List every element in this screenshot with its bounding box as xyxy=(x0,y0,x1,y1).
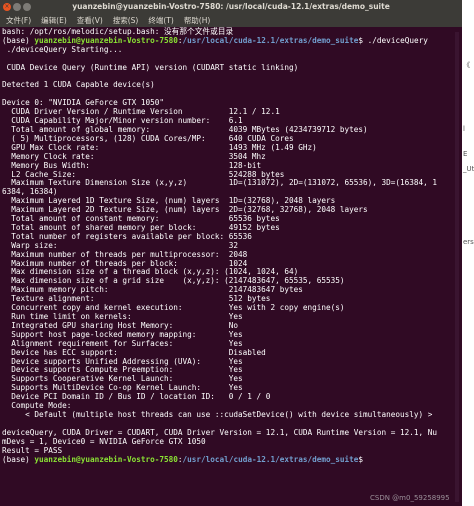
terminal-output[interactable]: bash: /opt/ros/melodic/setup.bash: 没有那个文… xyxy=(2,27,460,464)
terminal-window: × yuanzebin@yuanzebin-Vostro-7580: /usr/… xyxy=(0,0,462,506)
prompt-user-2: yuanzebin@yuanzebin-Vostro-7580 xyxy=(34,454,178,464)
title-bar[interactable]: × yuanzebin@yuanzebin-Vostro-7580: /usr/… xyxy=(0,0,462,14)
side-text-5: ers xyxy=(463,238,474,246)
query-output: ./deviceQuery Starting... CUDA Device Qu… xyxy=(2,44,438,455)
window-title: yuanzebin@yuanzebin-Vostro-7580: /usr/lo… xyxy=(72,2,390,11)
prompt-path-2: /usr/local/cuda-12.1/extras/demo_suite xyxy=(182,454,359,464)
maximize-icon[interactable] xyxy=(23,3,31,11)
menu-bar: 文件(F) 编辑(E) 查看(V) 搜索(S) 终端(T) 帮助(H) xyxy=(0,14,462,27)
side-text-4: _Ut xyxy=(463,165,474,173)
menu-help[interactable]: 帮助(H) xyxy=(184,14,211,27)
watermark: CSDN @m0_59258995 xyxy=(370,494,450,502)
side-text-2: l xyxy=(463,125,465,133)
close-icon[interactable]: × xyxy=(3,3,11,11)
scrollbar[interactable] xyxy=(455,32,459,502)
side-text-3: E xyxy=(463,150,468,158)
menu-file[interactable]: 文件(F) xyxy=(6,14,31,27)
background-window: 《 l E _Ut ers xyxy=(462,0,474,506)
side-text-1: 《 xyxy=(463,61,470,69)
prompt-path: /usr/local/cuda-12.1/extras/demo_suite xyxy=(182,35,359,45)
menu-terminal[interactable]: 终端(T) xyxy=(148,14,173,27)
prompt-user: yuanzebin@yuanzebin-Vostro-7580 xyxy=(34,35,178,45)
menu-view[interactable]: 查看(V) xyxy=(77,14,103,27)
menu-edit[interactable]: 编辑(E) xyxy=(41,14,67,27)
command-text: ./deviceQuery xyxy=(367,35,428,45)
menu-search[interactable]: 搜索(S) xyxy=(113,14,139,27)
error-line: bash: /opt/ros/melodic/setup.bash: 没有那个文… xyxy=(2,27,234,36)
minimize-icon[interactable] xyxy=(13,3,21,11)
